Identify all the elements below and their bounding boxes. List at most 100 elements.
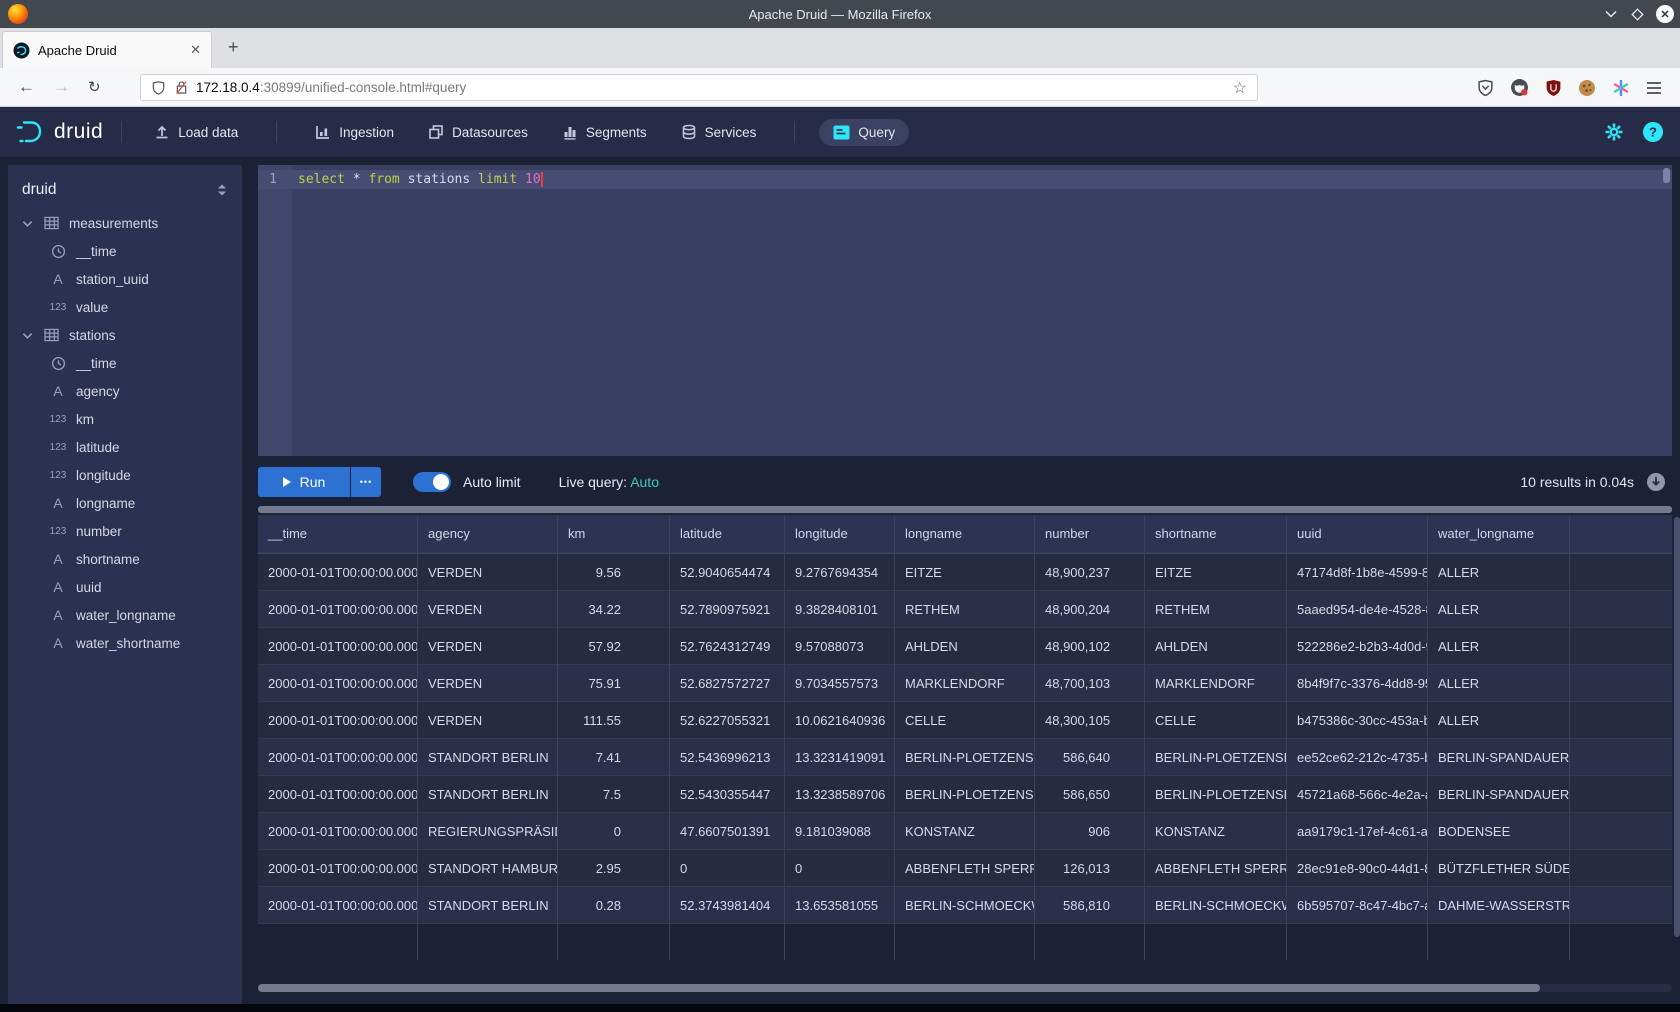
- cell-latitude[interactable]: 52.7890975921: [670, 591, 785, 628]
- tree-column-water-longname[interactable]: Awater_longname: [8, 601, 242, 629]
- cell-shortname[interactable]: AHLDEN: [1145, 628, 1287, 665]
- cell-number[interactable]: 48,900,102: [1035, 628, 1145, 665]
- back-button[interactable]: ←: [18, 77, 35, 97]
- tree-column-latitude[interactable]: 123latitude: [8, 433, 242, 461]
- cell-km[interactable]: 0.28: [558, 887, 670, 924]
- cell-number[interactable]: 48,900,237: [1035, 554, 1145, 591]
- chevron-down-icon[interactable]: [22, 216, 33, 231]
- tree-column-shortname[interactable]: Ashortname: [8, 545, 242, 573]
- cell-water-longname[interactable]: ALLER: [1428, 591, 1570, 628]
- results-bottom-scrollbar-track[interactable]: [258, 984, 1672, 992]
- cell---time[interactable]: 2000-01-01T00:00:00.000Z: [258, 628, 418, 665]
- tree-table-stations[interactable]: stations: [8, 321, 242, 349]
- cell-number[interactable]: 48,700,103: [1035, 665, 1145, 702]
- cell-agency[interactable]: REGIERUNGSPRÄSIDIUM: [418, 813, 558, 850]
- cell-uuid[interactable]: 6b595707-8c47-4bc7-a8: [1287, 887, 1428, 924]
- column-header-longname[interactable]: longname: [895, 515, 1035, 553]
- cell-latitude[interactable]: 52.9040654474: [670, 554, 785, 591]
- cell-longitude[interactable]: 9.181039088: [785, 813, 895, 850]
- cell-km[interactable]: 0: [558, 813, 670, 850]
- cell-longitude[interactable]: 13.653581055: [785, 887, 895, 924]
- cell-longname[interactable]: RETHEM: [895, 591, 1035, 628]
- double-caret-vertical-icon[interactable]: [216, 183, 228, 197]
- bookmark-star-icon[interactable]: ☆: [1233, 78, 1247, 98]
- column-header-latitude[interactable]: latitude: [670, 515, 785, 553]
- cell---time[interactable]: 2000-01-01T00:00:00.000Z: [258, 813, 418, 850]
- cell-agency[interactable]: VERDEN: [418, 702, 558, 739]
- cell-longitude[interactable]: 10.0621640936: [785, 702, 895, 739]
- cell-agency[interactable]: VERDEN: [418, 591, 558, 628]
- cell-km[interactable]: 34.22: [558, 591, 670, 628]
- sql-query-text[interactable]: select * from stations limit 10: [298, 170, 543, 189]
- cell---time[interactable]: 2000-01-01T00:00:00.000Z: [258, 776, 418, 813]
- cell---time[interactable]: 2000-01-01T00:00:00.000Z: [258, 739, 418, 776]
- schema-selector[interactable]: druid: [8, 171, 242, 209]
- cell-water-longname[interactable]: BÜTZFLETHER SÜDERE: [1428, 850, 1570, 887]
- cell-longname[interactable]: BERLIN-PLOETZENSEE U: [895, 776, 1035, 813]
- download-results-icon[interactable]: [1646, 472, 1666, 492]
- chevron-down-icon[interactable]: [22, 328, 33, 343]
- multi-account-mask-icon[interactable]: [1510, 78, 1529, 97]
- cell---time[interactable]: 2000-01-01T00:00:00.000Z: [258, 887, 418, 924]
- column-header-agency[interactable]: agency: [418, 515, 558, 553]
- cell-water-longname[interactable]: BERLIN-SPANDAUER-S: [1428, 776, 1570, 813]
- cell-longitude[interactable]: 9.7034557573: [785, 665, 895, 702]
- tree-column-water-shortname[interactable]: Awater_shortname: [8, 629, 242, 657]
- cookie-icon[interactable]: [1578, 79, 1596, 97]
- cell-shortname[interactable]: CELLE: [1145, 702, 1287, 739]
- nav-item-load-data[interactable]: Load data: [140, 118, 252, 146]
- nav-item-query[interactable]: Query: [819, 119, 909, 146]
- settings-gear-icon[interactable]: [1604, 122, 1624, 142]
- cell-water-longname[interactable]: ALLER: [1428, 665, 1570, 702]
- cell-number[interactable]: 586,650: [1035, 776, 1145, 813]
- new-tab-button[interactable]: +: [228, 40, 239, 54]
- auto-limit-toggle[interactable]: [413, 472, 451, 492]
- cell-number[interactable]: 48,900,204: [1035, 591, 1145, 628]
- cell---time[interactable]: 2000-01-01T00:00:00.000Z: [258, 850, 418, 887]
- column-header-km[interactable]: km: [558, 515, 670, 553]
- cell-shortname[interactable]: EITZE: [1145, 554, 1287, 591]
- forward-button[interactable]: →: [53, 77, 70, 97]
- cell-longitude[interactable]: 9.57088073: [785, 628, 895, 665]
- tracking-shield-icon[interactable]: [151, 80, 166, 96]
- help-icon[interactable]: ?: [1642, 121, 1664, 143]
- window-maximize-button[interactable]: [1626, 3, 1648, 25]
- editor-scrollbar-thumb[interactable]: [1663, 168, 1670, 183]
- tree-column-station-uuid[interactable]: Astation_uuid: [8, 265, 242, 293]
- column-header-water-longname[interactable]: water_longname: [1428, 515, 1570, 553]
- druid-brand[interactable]: druid: [14, 117, 103, 147]
- cell-water-longname[interactable]: BERLIN-SPANDAUER-S: [1428, 739, 1570, 776]
- column-header-longitude[interactable]: longitude: [785, 515, 895, 553]
- cell---time[interactable]: 2000-01-01T00:00:00.000Z: [258, 554, 418, 591]
- cell-uuid[interactable]: b475386c-30cc-453a-b3: [1287, 702, 1428, 739]
- cell-longname[interactable]: KONSTANZ: [895, 813, 1035, 850]
- tree-column---time[interactable]: __time: [8, 237, 242, 265]
- url-bar[interactable]: 172.18.0.4:30899/unified-console.html#qu…: [140, 74, 1258, 101]
- cell-agency[interactable]: STANDORT BERLIN: [418, 776, 558, 813]
- cell-longname[interactable]: EITZE: [895, 554, 1035, 591]
- cell-number[interactable]: 48,300,105: [1035, 702, 1145, 739]
- cell-longitude[interactable]: 0: [785, 850, 895, 887]
- column-header-number[interactable]: number: [1035, 515, 1145, 553]
- window-minimize-button[interactable]: [1600, 3, 1622, 25]
- cell-water-longname[interactable]: DAHME-WASSERSTRAS: [1428, 887, 1570, 924]
- query-editor[interactable]: 1 select * from stations limit 10: [258, 165, 1672, 456]
- column-header-uuid[interactable]: uuid: [1287, 515, 1428, 553]
- reload-button[interactable]: ↻: [88, 78, 101, 96]
- cell-number[interactable]: 906: [1035, 813, 1145, 850]
- tree-column-number[interactable]: 123number: [8, 517, 242, 545]
- url-text[interactable]: 172.18.0.4:30899/unified-console.html#qu…: [196, 80, 1233, 95]
- cell-uuid[interactable]: 522286e2-b2b3-4d0d-9a: [1287, 628, 1428, 665]
- cell-latitude[interactable]: 47.6607501391: [670, 813, 785, 850]
- cell-agency[interactable]: VERDEN: [418, 554, 558, 591]
- cell-uuid[interactable]: 5aaed954-de4e-4528-8f: [1287, 591, 1428, 628]
- cell-latitude[interactable]: 52.6827572727: [670, 665, 785, 702]
- tree-column-longname[interactable]: Alongname: [8, 489, 242, 517]
- cell-longitude[interactable]: 13.3238589706: [785, 776, 895, 813]
- cell-longname[interactable]: AHLDEN: [895, 628, 1035, 665]
- cell-uuid[interactable]: 47174d8f-1b8e-4599-8a: [1287, 554, 1428, 591]
- ublock-origin-icon[interactable]: [1545, 79, 1562, 97]
- cell-number[interactable]: 586,640: [1035, 739, 1145, 776]
- nav-item-ingestion[interactable]: Ingestion: [301, 118, 408, 146]
- cell-uuid[interactable]: ee52ce62-212c-4735-b4: [1287, 739, 1428, 776]
